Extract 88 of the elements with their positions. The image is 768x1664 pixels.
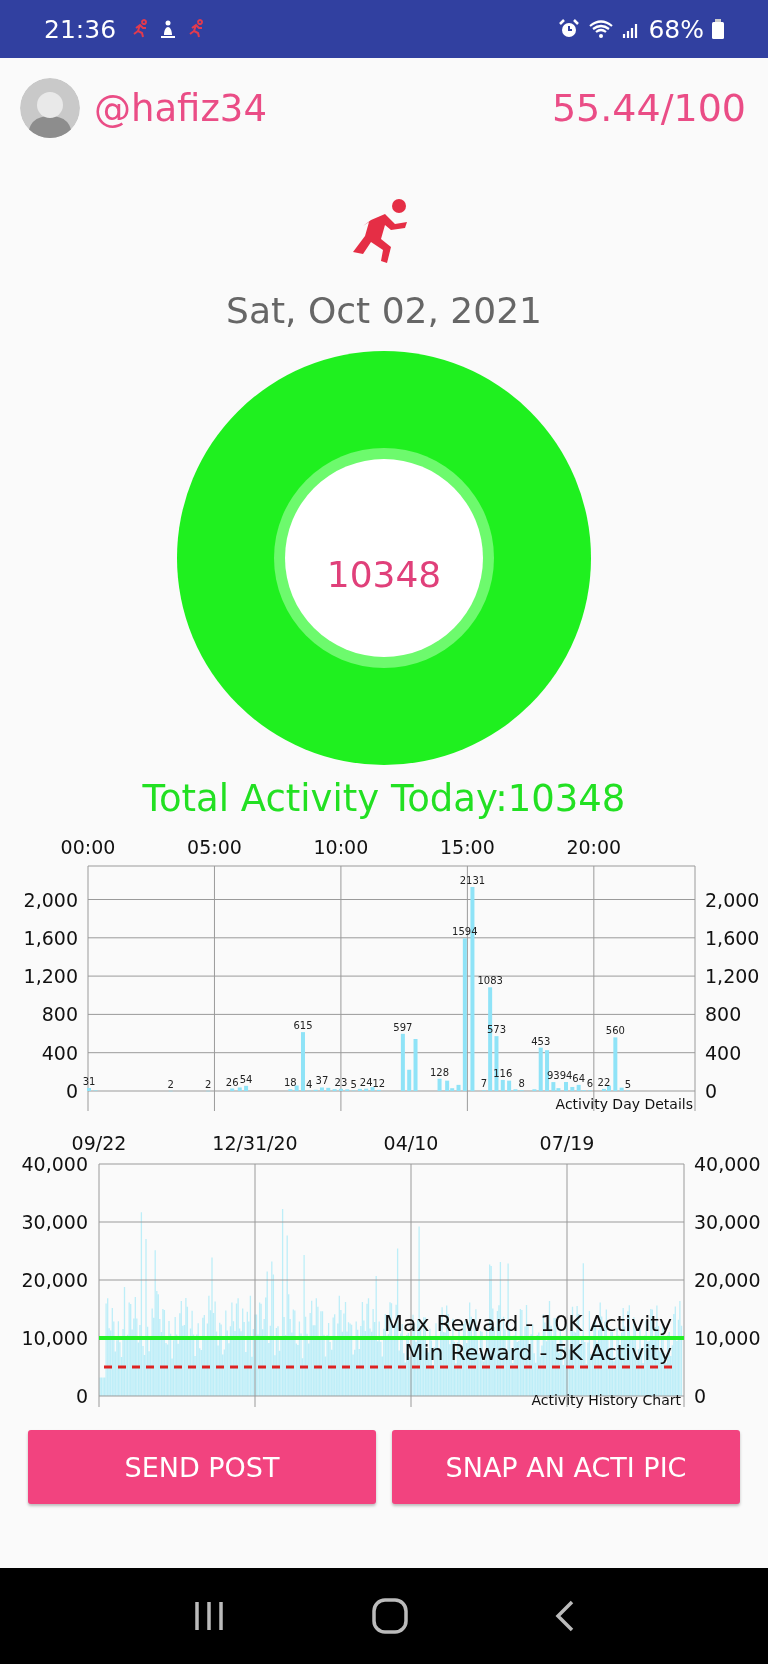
date-axis-label: 12/31/20: [212, 1132, 298, 1154]
axis-label: 800: [705, 1003, 742, 1026]
date-text: Sat, Oct 02, 2021: [226, 290, 542, 331]
avatar[interactable]: [20, 78, 80, 138]
wifi-icon: [588, 18, 615, 40]
bar-value-label: 6: [586, 1078, 594, 1090]
action-button[interactable]: SNAP AN ACTI PIC: [392, 1430, 740, 1504]
activity-bar: [437, 1078, 442, 1091]
status-time: 21:36: [44, 14, 117, 44]
bar-value-label: 597: [393, 1021, 413, 1033]
bar-value-label: 128: [430, 1066, 450, 1078]
axis-label: 30,000: [694, 1211, 761, 1233]
bar-value-label: 1083: [477, 975, 503, 987]
bar-value-label: 64: [572, 1072, 586, 1084]
axis-label: 0: [65, 1080, 78, 1102]
chart-caption: Activity Day Details: [555, 1096, 693, 1112]
axis-label: 800: [41, 1003, 78, 1026]
time-axis-label: 10:00: [313, 836, 369, 858]
axis-label: 40,000: [21, 1153, 88, 1175]
bar-value-label: 4: [306, 1078, 313, 1090]
battery-percentage: 68%: [648, 14, 704, 44]
total-activity-text: Total Activity Today:10348: [142, 777, 626, 820]
bar-value-label: 8: [518, 1078, 525, 1090]
time-axis-label: 00:00: [60, 836, 116, 858]
bar-value-label: 26: [225, 1076, 239, 1088]
axis-label: 10,000: [694, 1327, 761, 1349]
alarm-icon: [558, 18, 581, 40]
bar-value-label: 94: [559, 1070, 573, 1081]
bar-value-label: 31: [82, 1076, 96, 1088]
date-axis-label: 04/10: [383, 1132, 439, 1154]
activity-bar: [230, 1088, 235, 1091]
action-button[interactable]: SEND POST: [28, 1430, 376, 1504]
bar-value-label: 93: [547, 1070, 560, 1082]
time-axis-label: 20:00: [566, 836, 622, 858]
axis-label: 400: [41, 1041, 78, 1064]
time-axis-label: 15:00: [440, 836, 495, 858]
back-icon[interactable]: [553, 1599, 576, 1633]
username: @hafiz34: [94, 86, 267, 130]
bar-value-label: 23: [334, 1076, 348, 1088]
score: 55.44/100: [551, 86, 746, 130]
reward-label: Min Reward - 5K Activity: [404, 1340, 672, 1365]
bar-value-label: 2: [204, 1078, 212, 1090]
axis-label: 0: [694, 1385, 707, 1407]
activity-bar: [564, 1082, 568, 1091]
bar-value-label: 54: [239, 1073, 253, 1085]
bar-value-label: 5: [624, 1078, 632, 1090]
home-icon[interactable]: [371, 1597, 409, 1635]
bar-value-label: 560: [605, 1025, 625, 1037]
bar-value-label: 2: [167, 1078, 174, 1090]
axis-label: 10,000: [21, 1327, 88, 1349]
bar-value-label: 12: [372, 1077, 386, 1089]
bar-value-label: 116: [493, 1067, 513, 1079]
bar-value-label: 37: [315, 1075, 329, 1087]
activity-bar: [87, 1088, 91, 1091]
bar-value-label: 18: [283, 1077, 297, 1089]
axis-label: 20,000: [21, 1269, 88, 1291]
axis-label: 30,000: [21, 1211, 88, 1233]
date-axis-label: 07/19: [539, 1132, 595, 1154]
bar-value-label: 573: [486, 1024, 506, 1036]
activity-bar: [301, 1032, 305, 1091]
activity-bar: [237, 1087, 242, 1091]
bar-value-label: 615: [293, 1020, 313, 1032]
date-axis-label: 09/22: [71, 1132, 127, 1154]
time-axis-label: 05:00: [187, 836, 242, 858]
axis-label: 1,200: [705, 965, 760, 988]
chart-caption: Activity History Chart: [531, 1392, 681, 1408]
axis-label: 400: [705, 1041, 742, 1064]
bar-value-label: 7: [480, 1078, 487, 1090]
axis-label: 20,000: [694, 1269, 761, 1291]
step-count: 10348: [326, 554, 442, 595]
activity-bar: [244, 1085, 249, 1091]
bar-value-label: 453: [531, 1035, 551, 1047]
axis-label: 40,000: [694, 1153, 761, 1175]
bar-value-label: 2131: [459, 874, 486, 886]
bar-value-label: 22: [597, 1076, 611, 1088]
axis-label: 2,000: [23, 888, 78, 911]
axis-label: 0: [705, 1080, 718, 1102]
bar-value-label: 1594: [452, 926, 478, 938]
reward-label: Max Reward - 10K Activity: [383, 1311, 672, 1336]
axis-label: 1,600: [705, 926, 760, 949]
activity-bar: [400, 1033, 405, 1091]
battery-icon: [712, 18, 724, 40]
bar-value-label: 5: [350, 1078, 357, 1090]
axis-label: 0: [75, 1385, 88, 1407]
axis-label: 1,600: [23, 926, 78, 949]
bar-value-label: 24: [359, 1076, 373, 1088]
axis-label: 2,000: [705, 888, 760, 911]
axis-label: 1,200: [23, 965, 78, 988]
